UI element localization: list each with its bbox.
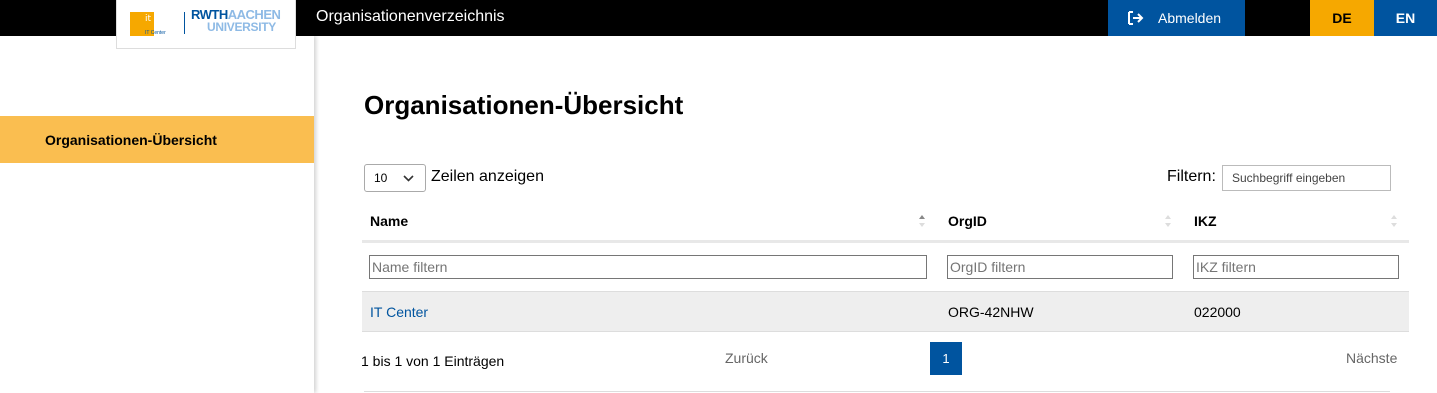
next-page-button[interactable]: Nächste (1346, 350, 1397, 366)
it-center-logo-label: IT Center (145, 30, 166, 36)
row-ikz: 022000 (1194, 304, 1241, 320)
sort-icon[interactable] (1164, 213, 1172, 229)
rows-per-page-select[interactable]: 10 (364, 164, 426, 192)
search-input[interactable] (1222, 165, 1391, 191)
table-row (362, 291, 1409, 332)
sidebar-item-label: Organisationen-Übersicht (45, 131, 217, 148)
ikz-filter-input[interactable] (1193, 255, 1399, 279)
logo[interactable]: it IT Center RWTHAACHEN UNIVERSITY (116, 0, 296, 49)
sort-icon[interactable] (1390, 213, 1398, 229)
rows-per-page-value: 10 (374, 171, 388, 185)
sidebar: Organisationen-Übersicht (0, 36, 314, 393)
university-logo-text: UNIVERSITY (207, 20, 277, 34)
table-header-divider (362, 240, 1409, 243)
table-bottom-divider (364, 391, 1390, 392)
column-header-ikz[interactable]: IKZ (1194, 213, 1217, 229)
logo-divider (184, 12, 185, 34)
logout-label: Abmelden (1158, 10, 1222, 26)
table-info: 1 bis 1 von 1 Einträgen (361, 353, 505, 369)
sidebar-item-organisationen-uebersicht[interactable]: Organisationen-Übersicht (0, 116, 314, 163)
row-name-link[interactable]: IT Center (370, 304, 428, 320)
orgid-filter-input[interactable] (947, 255, 1173, 279)
page-1-button[interactable]: 1 (930, 342, 962, 375)
language-de-button[interactable]: DE (1310, 0, 1374, 36)
app-title: Organisationenverzeichnis (316, 8, 505, 25)
column-header-name[interactable]: Name (370, 213, 408, 229)
filter-label: Filtern: (1167, 168, 1216, 185)
sort-icon[interactable] (918, 213, 926, 229)
logout-icon (1128, 11, 1144, 25)
it-logo-text: it (145, 14, 152, 24)
logout-button[interactable]: Abmelden (1108, 0, 1245, 36)
page-title: Organisationen-Übersicht (364, 90, 684, 120)
chevron-down-icon (403, 175, 414, 182)
rows-per-page-label: Zeilen anzeigen (431, 168, 544, 185)
row-orgid: ORG-42NHW (948, 304, 1034, 320)
column-header-orgid[interactable]: OrgID (948, 213, 987, 229)
prev-page-button[interactable]: Zurück (725, 350, 768, 366)
name-filter-input[interactable] (369, 255, 927, 279)
language-en-button[interactable]: EN (1374, 0, 1437, 36)
